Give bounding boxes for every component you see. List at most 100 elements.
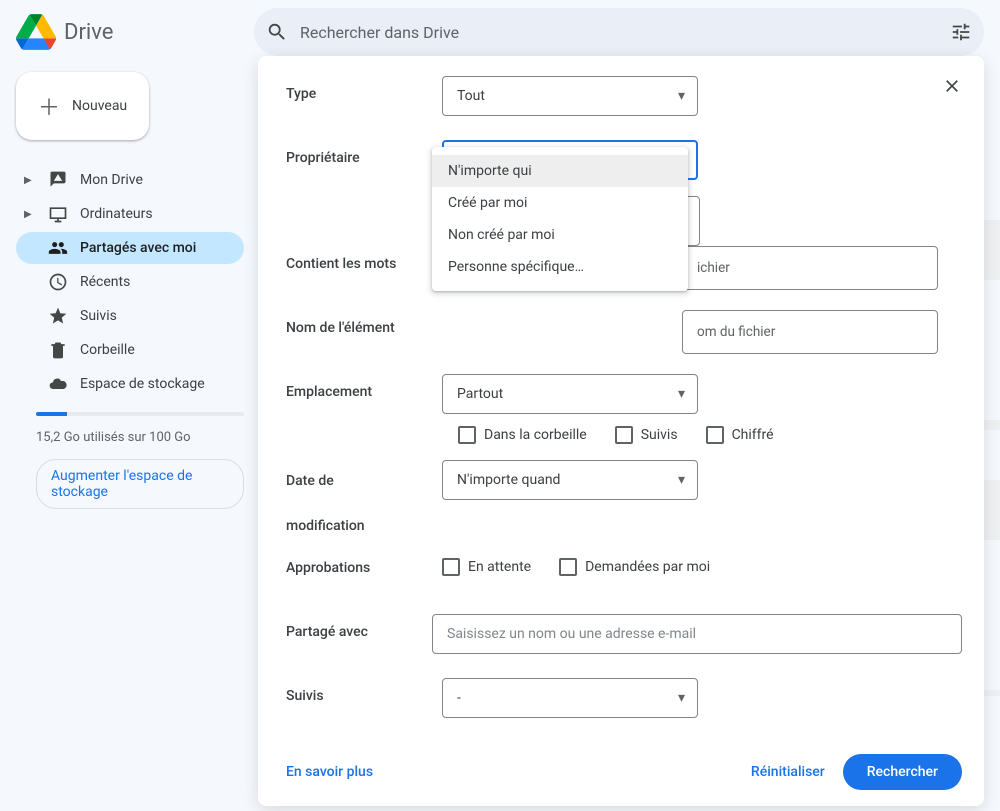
checkbox-encrypted[interactable]: Chiffré xyxy=(706,426,774,444)
row-type: Type Tout ▾ xyxy=(286,76,962,140)
checkbox-icon xyxy=(442,558,460,576)
search-icon xyxy=(266,21,288,43)
new-button-label: Nouveau xyxy=(72,98,127,114)
panel-footer: En savoir plus Réinitialiser Rechercher xyxy=(286,754,962,790)
sidebar-item-label: Partagés avec moi xyxy=(80,240,196,256)
checkbox-in-trash[interactable]: Dans la corbeille xyxy=(458,426,587,444)
sidebar-item-label: Récents xyxy=(80,274,130,290)
chevron-down-icon: ▾ xyxy=(678,88,685,104)
dropdown-item-specific-person[interactable]: Personne spécifique… xyxy=(432,251,688,283)
sidebar-item-shared[interactable]: Partagés avec moi xyxy=(16,232,244,264)
label-approvals: Approbations xyxy=(286,550,442,576)
label-item-name: Nom de l'élément xyxy=(286,310,442,336)
checkbox-label: Dans la corbeille xyxy=(484,427,587,443)
storage-bar-fill xyxy=(36,412,67,416)
checkbox-starred[interactable]: Suivis xyxy=(615,426,678,444)
product-name: Drive xyxy=(64,20,113,45)
owner-dropdown-menu: N'importe qui Créé par moi Non créé par … xyxy=(432,147,688,291)
sidebar-item-label: Suivis xyxy=(80,308,117,324)
recent-icon xyxy=(48,272,68,292)
my-drive-icon xyxy=(48,170,68,190)
close-icon xyxy=(942,76,962,96)
storage-bar xyxy=(36,412,244,416)
app-header: Drive xyxy=(0,0,1000,64)
new-button[interactable]: ＋ Nouveau xyxy=(16,72,149,140)
label-contains: Contient les mots xyxy=(286,246,442,272)
sidebar-item-label: Espace de stockage xyxy=(80,376,205,392)
checkbox-icon xyxy=(458,426,476,444)
checkbox-icon xyxy=(706,426,724,444)
label-follow-up: Suivis xyxy=(286,678,442,704)
item-name-input[interactable]: om du fichier xyxy=(682,310,938,354)
chevron-down-icon: ▾ xyxy=(678,690,685,706)
sidebar: ＋ Nouveau ▶ Mon Drive ▶ Ordinateurs Part… xyxy=(0,64,256,517)
logo-area[interactable]: Drive xyxy=(16,14,254,50)
trash-icon xyxy=(48,340,68,360)
placeholder-tail: ichier xyxy=(697,260,730,276)
chevron-right-icon: ▶ xyxy=(24,175,36,186)
label-owner: Propriétaire xyxy=(286,140,442,166)
label-shared-with: Partagé avec xyxy=(286,614,432,640)
select-value: Partout xyxy=(457,386,503,402)
label-date-modified: Date demodification xyxy=(286,460,442,537)
row-item-name: Nom de l'élément om du fichier xyxy=(286,310,962,374)
chevron-down-icon: ▾ xyxy=(678,472,685,488)
chevron-right-icon: ▶ xyxy=(24,209,36,220)
checkbox-requested-by-me[interactable]: Demandées par moi xyxy=(559,558,710,576)
row-date-modified: Date demodification N'importe quand ▾ xyxy=(286,460,962,550)
sidebar-item-label: Ordinateurs xyxy=(80,206,153,222)
placeholder-tail: om du fichier xyxy=(697,324,775,340)
bg-decor xyxy=(984,420,1000,430)
search-bar[interactable] xyxy=(254,8,984,56)
label-location: Emplacement xyxy=(286,374,442,414)
plus-icon: ＋ xyxy=(38,90,60,122)
learn-more-link[interactable]: En savoir plus xyxy=(286,764,373,780)
checkbox-icon xyxy=(559,558,577,576)
drive-logo-icon xyxy=(16,14,56,50)
dropdown-item-not-owned-by-me[interactable]: Non créé par moi xyxy=(432,219,688,251)
sidebar-item-recent[interactable]: Récents xyxy=(16,266,244,298)
row-follow-up: Suivis - ▾ xyxy=(286,678,962,742)
close-button[interactable] xyxy=(936,70,968,102)
dropdown-item-anyone[interactable]: N'importe qui xyxy=(432,155,688,187)
shared-with-input[interactable] xyxy=(432,614,962,654)
checkbox-pending[interactable]: En attente xyxy=(442,558,531,576)
checkbox-label: Suivis xyxy=(641,427,678,443)
search-input[interactable] xyxy=(300,23,942,42)
select-location[interactable]: Partout ▾ xyxy=(442,374,698,414)
reset-button[interactable]: Réinitialiser xyxy=(751,764,825,780)
sidebar-item-storage[interactable]: Espace de stockage xyxy=(16,368,244,400)
sidebar-item-computers[interactable]: ▶ Ordinateurs xyxy=(16,198,244,230)
select-value: N'importe quand xyxy=(457,472,560,488)
row-location: Emplacement Partout ▾ Dans la corbeille … xyxy=(286,374,962,460)
shared-icon xyxy=(48,238,68,258)
dropdown-item-owned-by-me[interactable]: Créé par moi xyxy=(432,187,688,219)
select-date-modified[interactable]: N'importe quand ▾ xyxy=(442,460,698,500)
storage-text: 15,2 Go utilisés sur 100 Go xyxy=(36,430,244,445)
star-icon xyxy=(48,306,68,326)
contains-input[interactable]: ichier xyxy=(682,246,938,290)
checkbox-label: En attente xyxy=(468,559,531,575)
select-value: Tout xyxy=(457,88,485,104)
checkbox-label: Demandées par moi xyxy=(585,559,710,575)
select-value: - xyxy=(457,690,461,706)
tune-icon[interactable] xyxy=(950,21,972,43)
sidebar-item-my-drive[interactable]: ▶ Mon Drive xyxy=(16,164,244,196)
sidebar-item-label: Corbeille xyxy=(80,342,135,358)
row-approvals: Approbations En attente Demandées par mo… xyxy=(286,550,962,614)
bg-decor xyxy=(984,480,1000,540)
sidebar-item-trash[interactable]: Corbeille xyxy=(16,334,244,366)
cloud-icon xyxy=(48,374,68,394)
search-button[interactable]: Rechercher xyxy=(843,754,962,790)
sidebar-item-starred[interactable]: Suivis xyxy=(16,300,244,332)
bg-decor xyxy=(984,220,1000,280)
computers-icon xyxy=(48,204,68,224)
checkbox-icon xyxy=(615,426,633,444)
chevron-down-icon: ▾ xyxy=(678,386,685,402)
label-type: Type xyxy=(286,76,442,102)
upgrade-storage-button[interactable]: Augmenter l'espace de stockage xyxy=(36,459,244,509)
select-type[interactable]: Tout ▾ xyxy=(442,76,698,116)
select-follow-up[interactable]: - ▾ xyxy=(442,678,698,718)
row-shared-with: Partagé avec xyxy=(286,614,962,678)
bg-decor xyxy=(984,690,1000,696)
